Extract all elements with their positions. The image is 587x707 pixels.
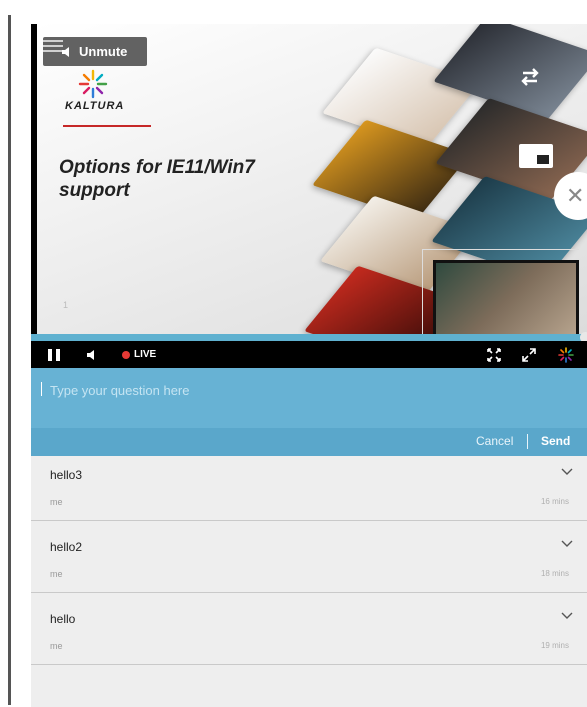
chevron-down-icon[interactable] — [561, 540, 573, 548]
kaltura-button[interactable] — [558, 341, 574, 368]
kaltura-logo-icon — [78, 69, 108, 99]
question-author: me — [50, 641, 63, 651]
switch-view-icon[interactable] — [517, 66, 543, 88]
question-actions: Cancel Send — [31, 428, 587, 456]
cancel-button[interactable]: Cancel — [476, 434, 513, 448]
slide-logo-underline — [63, 125, 151, 127]
pause-icon — [48, 348, 60, 361]
unmute-label: Unmute — [79, 44, 128, 59]
picture-in-picture-icon[interactable] — [518, 143, 554, 169]
text-cursor — [41, 382, 42, 396]
page-edge-bar — [8, 15, 11, 705]
question-input[interactable] — [48, 379, 572, 401]
kaltura-icon — [558, 346, 574, 363]
question-list: hello3 me 16 mins hello2 me 18 mins hell… — [31, 456, 587, 707]
question-text: hello3 — [50, 468, 83, 482]
slide-number: 1 — [63, 300, 69, 310]
pip-video[interactable] — [433, 260, 579, 334]
volume-icon — [87, 349, 94, 360]
live-indicator[interactable]: LIVE — [122, 341, 156, 368]
progress-bar[interactable] — [31, 332, 587, 343]
video-player[interactable]: KALTURA Options for IE11/Win7 support 1 … — [31, 24, 587, 334]
fullscreen-icon — [522, 347, 536, 362]
chevron-down-icon[interactable] — [561, 468, 573, 476]
fullscreen-button[interactable] — [521, 341, 537, 368]
pause-button[interactable] — [47, 341, 61, 368]
list-item[interactable]: hello3 me 16 mins — [31, 456, 587, 521]
live-dot-icon — [122, 350, 130, 359]
question-time: 16 mins — [540, 497, 569, 506]
fit-screen-icon — [487, 347, 501, 362]
question-author: me — [50, 497, 63, 507]
question-text: hello — [50, 612, 76, 626]
action-divider — [527, 434, 528, 449]
list-item[interactable]: hello me 19 mins — [31, 600, 587, 665]
question-area — [31, 368, 587, 428]
list-item[interactable]: hello2 me 18 mins — [31, 528, 587, 593]
player-controls: LIVE — [31, 341, 587, 368]
volume-button[interactable] — [86, 341, 98, 368]
fit-screen-button[interactable] — [486, 341, 502, 368]
question-text: hello2 — [50, 540, 83, 554]
slide-title: Options for IE11/Win7 support — [59, 157, 255, 201]
live-label: LIVE — [134, 349, 157, 360]
slide-logo-text: KALTURA — [65, 100, 125, 112]
send-button[interactable]: Send — [541, 434, 570, 448]
close-icon: ✕ — [566, 183, 585, 208]
menu-icon[interactable] — [41, 39, 63, 53]
presentation-slide: KALTURA Options for IE11/Win7 support 1 — [37, 24, 587, 334]
question-author: me — [50, 569, 63, 579]
chevron-down-icon[interactable] — [561, 612, 573, 620]
question-time: 19 mins — [540, 641, 569, 650]
question-time: 18 mins — [540, 569, 569, 578]
